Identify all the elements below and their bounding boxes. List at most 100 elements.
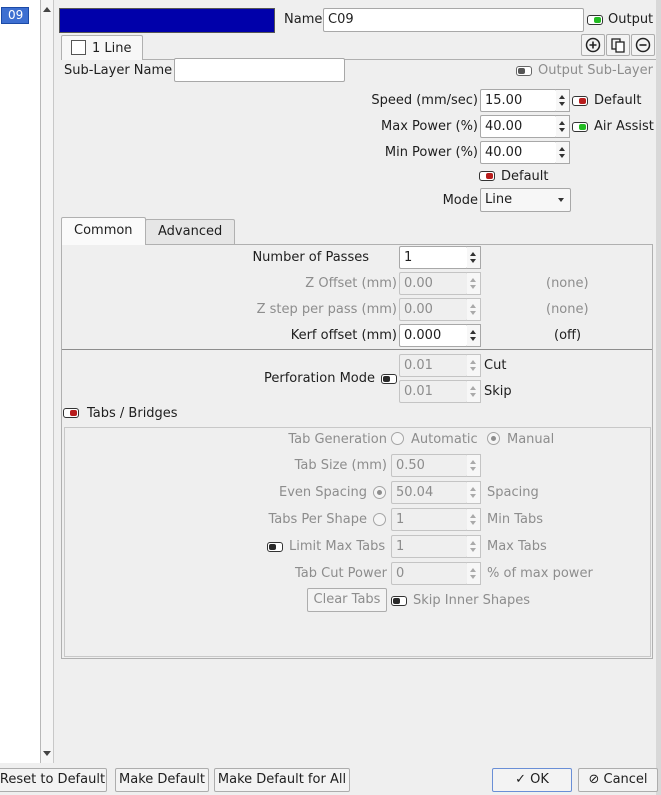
- chevron-down-icon: [558, 198, 564, 202]
- skip-inner-shapes-toggle[interactable]: [391, 596, 407, 606]
- perf-cut-label: Cut: [484, 358, 507, 373]
- output-sublayer-label: Output Sub-Layer: [538, 63, 653, 78]
- window-edge: [656, 0, 661, 795]
- sublayer-name-input[interactable]: [174, 58, 345, 82]
- kerf-stepper[interactable]: [467, 324, 481, 347]
- even-spacing-radio[interactable]: [373, 486, 386, 499]
- perf-skip-input[interactable]: 0.01: [399, 380, 468, 403]
- mode-select-value: Line: [485, 192, 513, 207]
- perf-skip-stepper[interactable]: [467, 380, 481, 403]
- tabs-bridges-toggle[interactable]: [63, 408, 79, 418]
- manual-radio[interactable]: [487, 432, 500, 445]
- power-default-label: Default: [501, 169, 549, 184]
- make-default-button[interactable]: Make Default: [115, 768, 209, 792]
- min-tabs-label: Min Tabs: [487, 512, 543, 527]
- cancel-circle-icon: ⊘: [588, 772, 600, 787]
- tabs-per-shape-radio[interactable]: [373, 513, 386, 526]
- power-default-toggle[interactable]: [479, 171, 495, 181]
- sublayer-name-label: Sub-Layer Name: [64, 63, 173, 78]
- passes-stepper[interactable]: [467, 246, 481, 269]
- speed-label: Speed (mm/sec): [371, 93, 478, 108]
- reset-to-default-button[interactable]: Reset to Default: [0, 768, 107, 792]
- perf-cut-input[interactable]: 0.01: [399, 354, 468, 377]
- tabs-per-shape-input[interactable]: 1: [391, 508, 468, 531]
- scroll-down-arrow-icon[interactable]: [43, 751, 51, 756]
- passes-label: Number of Passes: [252, 250, 369, 265]
- tabs-per-shape-stepper[interactable]: [467, 508, 481, 531]
- tab-cut-power-input[interactable]: 0: [391, 562, 468, 585]
- tab-cut-power-label: Tab Cut Power: [295, 566, 387, 581]
- z-offset-note: (none): [546, 276, 589, 291]
- name-label: Name: [284, 12, 323, 27]
- output-sublayer-toggle[interactable]: [516, 66, 532, 76]
- output-toggle[interactable]: [587, 15, 603, 25]
- clear-tabs-button[interactable]: Clear Tabs: [307, 588, 387, 612]
- even-spacing-stepper[interactable]: [467, 481, 481, 504]
- perf-cut-stepper[interactable]: [467, 354, 481, 377]
- mode-select[interactable]: Line: [480, 188, 571, 212]
- tab-cut-power-unit: % of max power: [487, 566, 593, 581]
- tab-advanced-label: Advanced: [158, 224, 223, 239]
- manual-label: Manual: [507, 432, 555, 447]
- divider: [62, 349, 652, 350]
- make-default-for-all-button[interactable]: Make Default for All: [214, 768, 350, 792]
- tab-size-stepper[interactable]: [467, 454, 481, 477]
- even-spacing-label: Even Spacing: [279, 485, 367, 500]
- z-step-stepper[interactable]: [467, 298, 481, 321]
- max-tabs-label: Max Tabs: [487, 539, 547, 554]
- tab-common-label: Common: [74, 223, 133, 238]
- copy-icon: [611, 38, 625, 53]
- speed-input[interactable]: 15.00: [480, 89, 557, 112]
- max-power-stepper[interactable]: [556, 115, 570, 138]
- add-sublayer-button[interactable]: [581, 34, 605, 56]
- automatic-radio[interactable]: [391, 432, 404, 445]
- output-label: Output: [608, 12, 654, 27]
- max-power-label: Max Power (%): [381, 119, 478, 134]
- layer-list[interactable]: [0, 0, 41, 763]
- tabs-per-shape-label: Tabs Per Shape: [268, 512, 367, 527]
- layer-list-item-selected[interactable]: 09: [1, 7, 29, 24]
- z-offset-stepper[interactable]: [467, 272, 481, 295]
- limit-max-tabs-stepper[interactable]: [467, 535, 481, 558]
- skip-inner-shapes-label: Skip Inner Shapes: [413, 593, 531, 608]
- remove-sublayer-button[interactable]: [631, 34, 655, 56]
- checkmark-icon: ✓: [515, 772, 526, 787]
- limit-max-tabs-toggle[interactable]: [267, 542, 283, 552]
- tab-generation-label: Tab Generation: [288, 432, 387, 447]
- even-spacing-input[interactable]: 50.04: [391, 481, 468, 504]
- add-circle-icon: [585, 37, 601, 53]
- min-power-input[interactable]: 40.00: [480, 141, 557, 164]
- speed-stepper[interactable]: [556, 89, 570, 112]
- name-input[interactable]: C09: [323, 8, 584, 32]
- z-step-note: (none): [546, 302, 589, 317]
- z-offset-input[interactable]: 0.00: [399, 272, 468, 295]
- speed-default-label: Default: [594, 93, 642, 108]
- tab-cut-power-stepper[interactable]: [467, 562, 481, 585]
- min-power-stepper[interactable]: [556, 141, 570, 164]
- tab-size-input[interactable]: 0.50: [391, 454, 468, 477]
- tab-size-label: Tab Size (mm): [294, 458, 387, 473]
- speed-default-toggle[interactable]: [572, 96, 588, 106]
- air-assist-toggle[interactable]: [572, 122, 588, 132]
- layer-list-scrollbar[interactable]: [41, 0, 54, 763]
- scroll-up-arrow-icon[interactable]: [43, 7, 51, 12]
- min-power-label: Min Power (%): [384, 145, 478, 160]
- kerf-input[interactable]: 0.000: [399, 324, 468, 347]
- perforation-toggle[interactable]: [381, 374, 397, 384]
- ok-button[interactable]: ✓ OK: [492, 768, 572, 792]
- spacing-label: Spacing: [487, 485, 539, 500]
- copy-sublayer-button[interactable]: [606, 34, 630, 56]
- mode-label: Mode: [442, 193, 478, 208]
- passes-input[interactable]: 1: [399, 246, 468, 269]
- layer-color-swatch[interactable]: [59, 8, 275, 33]
- limit-max-tabs-label: Limit Max Tabs: [289, 539, 386, 554]
- z-step-label: Z step per pass (mm): [256, 302, 397, 317]
- perforation-label: Perforation Mode: [263, 371, 375, 386]
- max-power-input[interactable]: 40.00: [480, 115, 557, 138]
- z-step-input[interactable]: 0.00: [399, 298, 468, 321]
- sublayer-checkbox[interactable]: [71, 40, 86, 55]
- cancel-label: Cancel: [603, 772, 648, 787]
- kerf-note: (off): [554, 328, 582, 343]
- cancel-button[interactable]: ⊘ Cancel: [578, 768, 658, 792]
- limit-max-tabs-input[interactable]: 1: [391, 535, 468, 558]
